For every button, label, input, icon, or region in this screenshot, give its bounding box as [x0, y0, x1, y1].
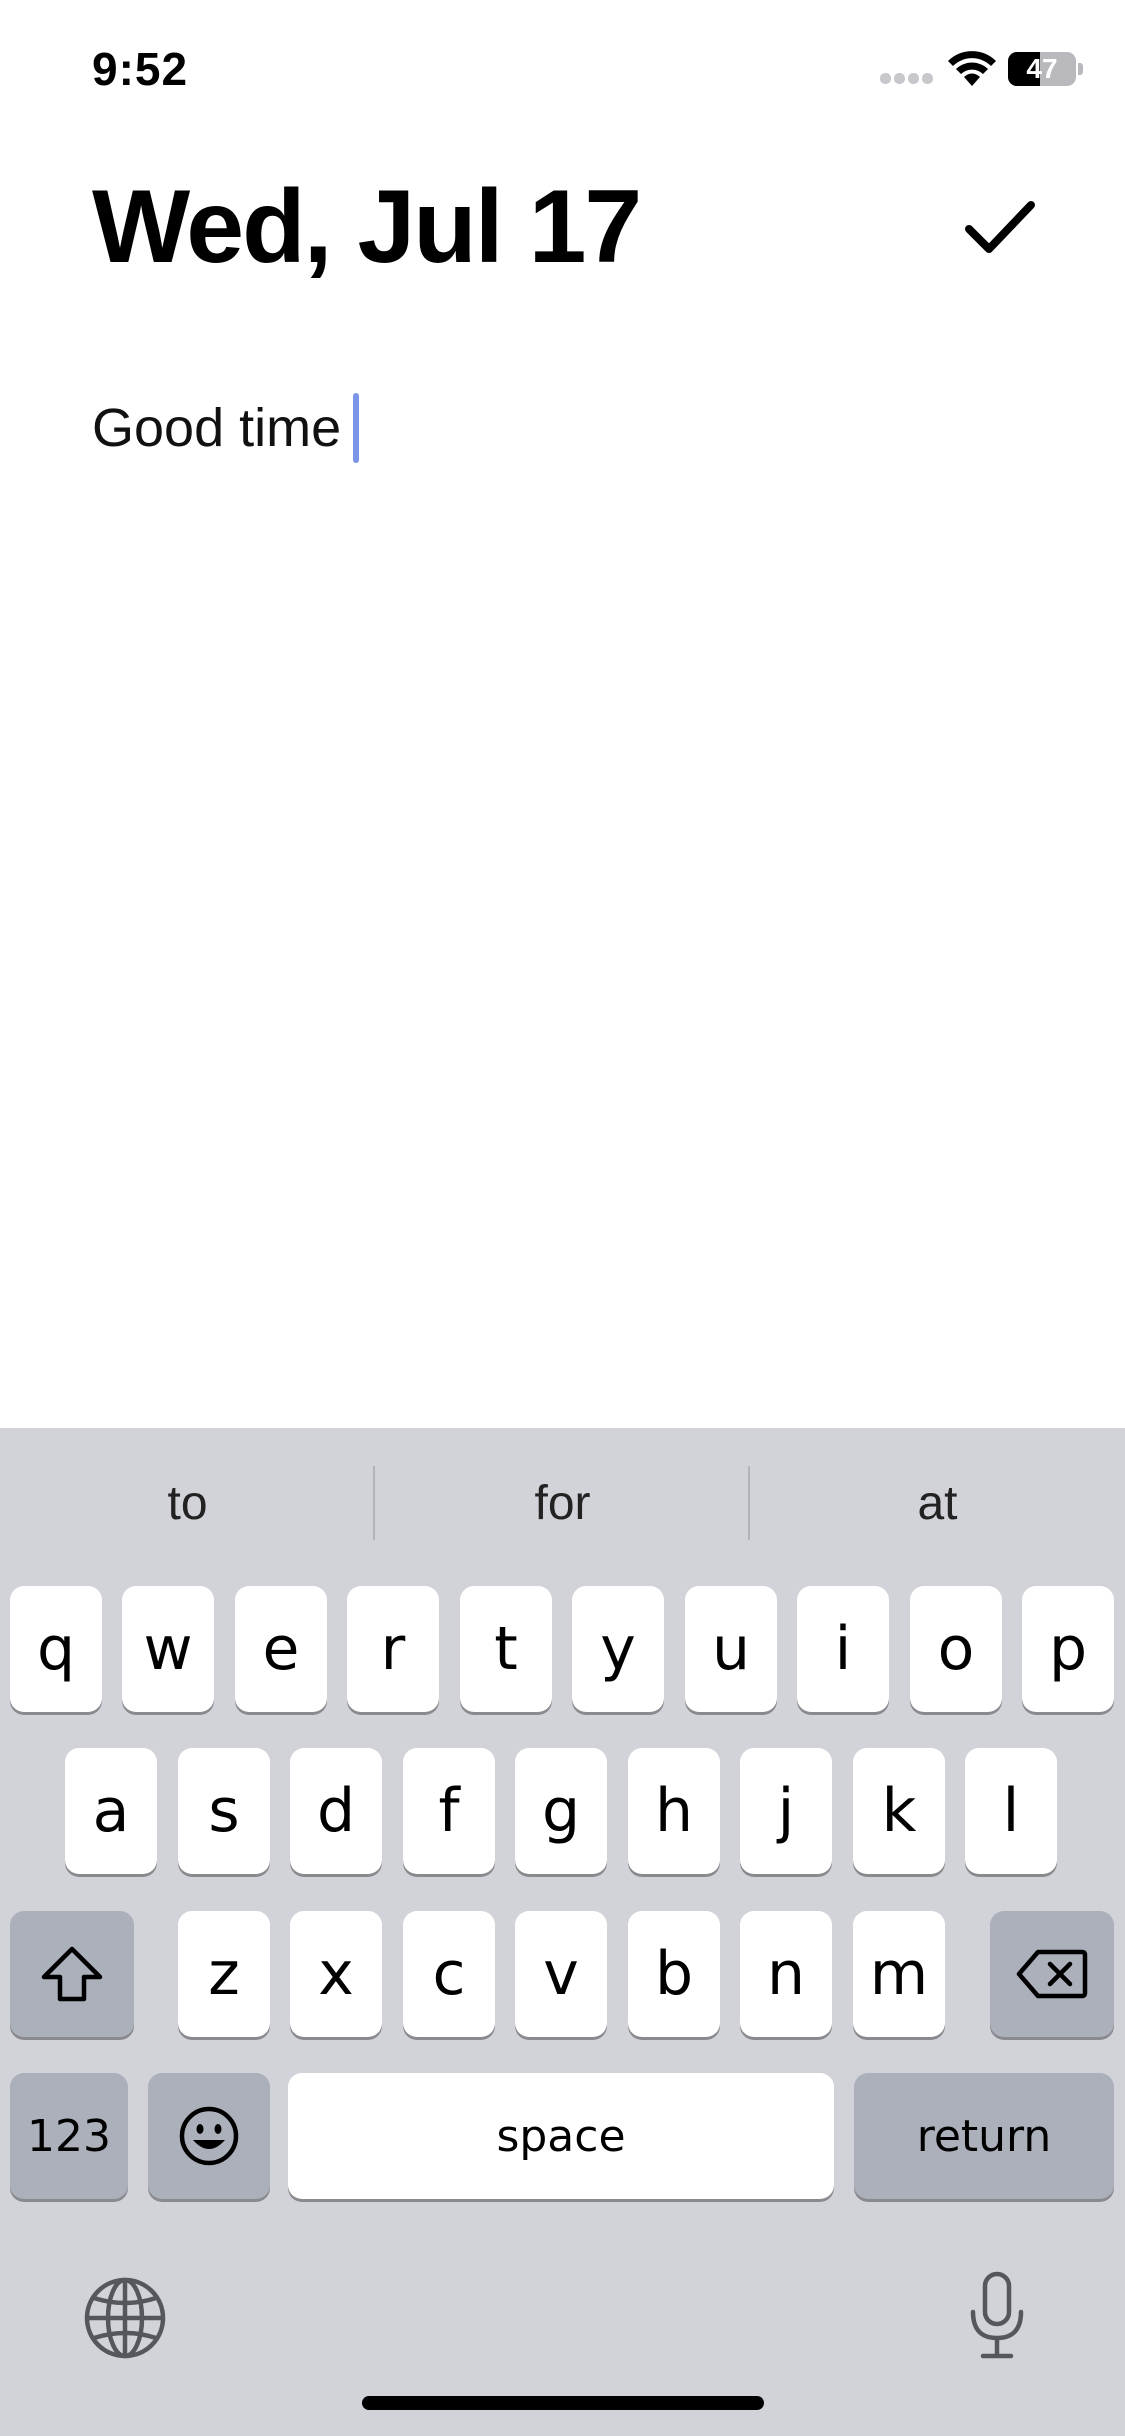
key-b[interactable]: b — [628, 1911, 720, 2037]
key-s[interactable]: s — [178, 1748, 270, 1874]
note-text: Good time — [92, 398, 342, 458]
key-j[interactable]: j — [740, 1748, 832, 1874]
numbers-key[interactable]: 123 — [10, 2073, 128, 2199]
key-f[interactable]: f — [403, 1748, 495, 1874]
battery-icon: 47 — [1008, 52, 1076, 86]
key-r[interactable]: r — [347, 1586, 439, 1712]
key-z[interactable]: z — [178, 1911, 270, 2037]
key-m[interactable]: m — [853, 1911, 945, 2037]
key-e[interactable]: e — [235, 1586, 327, 1712]
page-title: Wed, Jul 17 — [92, 169, 642, 285]
done-button[interactable] — [955, 188, 1045, 268]
key-x[interactable]: x — [290, 1911, 382, 2037]
suggestion-1[interactable]: to — [0, 1428, 375, 1578]
screen: 9:52 47 Wed, Jul 17 Good time to for at — [0, 0, 1125, 2436]
key-k[interactable]: k — [853, 1748, 945, 1874]
key-n[interactable]: n — [740, 1911, 832, 2037]
battery-nub — [1078, 63, 1083, 75]
key-y[interactable]: y — [572, 1586, 664, 1712]
key-o[interactable]: o — [910, 1586, 1002, 1712]
shift-arrow-icon — [41, 1946, 103, 2002]
suggestion-bar: to for at — [0, 1428, 1125, 1578]
microphone-icon — [970, 2271, 1024, 2359]
wifi-icon — [948, 51, 996, 86]
note-editor[interactable]: Good time — [92, 388, 1052, 468]
suggestion-3[interactable]: at — [750, 1428, 1125, 1578]
key-p[interactable]: p — [1022, 1586, 1114, 1712]
globe-button[interactable] — [80, 2268, 170, 2368]
key-i[interactable]: i — [797, 1586, 889, 1712]
space-key[interactable]: space — [288, 2073, 834, 2199]
key-l[interactable]: l — [965, 1748, 1057, 1874]
key-q[interactable]: q — [10, 1586, 102, 1712]
battery-percent: 47 — [1026, 53, 1058, 84]
key-t[interactable]: t — [460, 1586, 552, 1712]
checkmark-icon — [965, 201, 1035, 253]
key-d[interactable]: d — [290, 1748, 382, 1874]
home-indicator[interactable] — [362, 2396, 764, 2410]
globe-icon — [84, 2277, 166, 2359]
dictation-button[interactable] — [952, 2266, 1042, 2366]
cellular-signal-icon — [880, 72, 934, 84]
keyboard: to for at q w e r t y u i o p a s d f g … — [0, 1428, 1125, 2436]
key-h[interactable]: h — [628, 1748, 720, 1874]
status-time: 9:52 — [92, 43, 189, 95]
key-g[interactable]: g — [515, 1748, 607, 1874]
delete-key[interactable] — [990, 1911, 1114, 2037]
key-c[interactable]: c — [403, 1911, 495, 2037]
emoji-key[interactable] — [148, 2073, 270, 2199]
return-key[interactable]: return — [854, 2073, 1114, 2199]
suggestion-2[interactable]: for — [375, 1428, 750, 1578]
shift-key[interactable] — [10, 1911, 134, 2037]
key-w[interactable]: w — [122, 1586, 214, 1712]
emoji-icon — [179, 2106, 239, 2166]
key-u[interactable]: u — [685, 1586, 777, 1712]
key-v[interactable]: v — [515, 1911, 607, 2037]
backspace-icon — [1016, 1949, 1088, 1999]
text-caret — [353, 393, 360, 463]
key-a[interactable]: a — [65, 1748, 157, 1874]
